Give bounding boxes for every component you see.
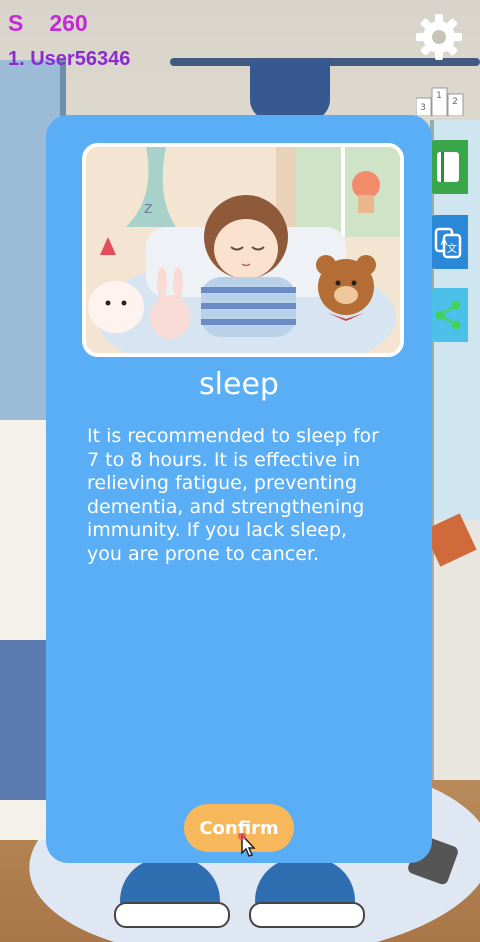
svg-text:1: 1 [436, 91, 442, 101]
podium-icon[interactable]: 3 1 2 [416, 84, 464, 116]
score-display: S 260 [8, 10, 114, 37]
modal-description: It is recommended to sleep for 7 to 8 ho… [87, 425, 379, 565]
share-icon [435, 300, 461, 330]
user-rank: 1. User56346 [8, 48, 131, 70]
curtain [250, 60, 330, 120]
score-label: S [8, 10, 24, 36]
sleeping-child-illustration: z [82, 143, 404, 357]
share-button[interactable] [428, 288, 468, 342]
cursor-icon [238, 833, 256, 857]
svg-text:文: 文 [447, 242, 457, 255]
svg-text:3: 3 [420, 103, 426, 113]
score-value: 260 [49, 10, 88, 36]
modal-title: sleep [199, 367, 279, 402]
book-button[interactable] [428, 140, 468, 194]
svg-text:z: z [144, 198, 152, 217]
svg-text:2: 2 [452, 97, 458, 107]
translate-icon: A 文 [434, 227, 462, 259]
book-icon [437, 152, 459, 182]
gear-icon[interactable] [414, 12, 464, 62]
translate-button[interactable]: A 文 [428, 215, 468, 269]
info-modal: z sleep It is recommended to sleep for 7… [46, 115, 432, 863]
